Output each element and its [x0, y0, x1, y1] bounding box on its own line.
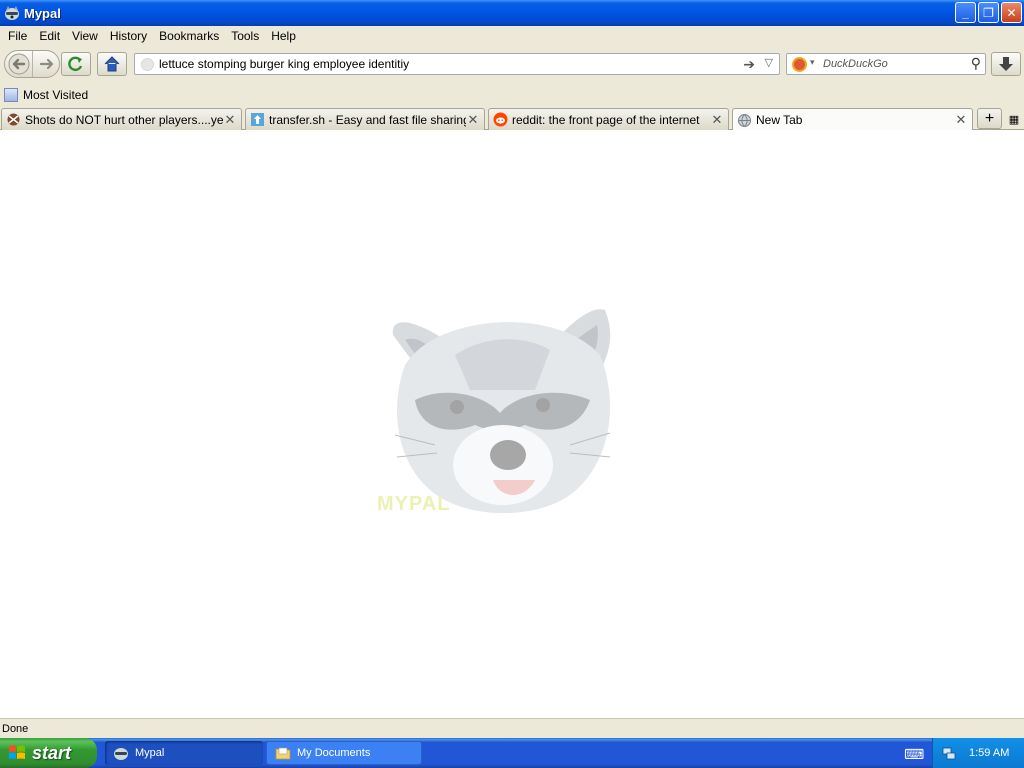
url-bar[interactable]: ➔ ▽ — [134, 53, 780, 75]
window-title: Mypal — [24, 5, 61, 21]
windows-flag-icon — [8, 744, 26, 762]
window-titlebar[interactable]: Mypal _ ❐ ✕ — [0, 0, 1024, 26]
navigation-toolbar: ➔ ▽ ▾ ⚲ — [0, 46, 1024, 84]
system-tray: 1:59 AM — [932, 738, 1024, 768]
menu-history[interactable]: History — [104, 29, 153, 43]
plus-icon: + — [984, 109, 995, 127]
url-input[interactable] — [159, 56, 729, 72]
engine-dropdown-icon[interactable]: ▾ — [810, 57, 815, 68]
restore-button[interactable]: ❐ — [978, 2, 999, 23]
tab-close-icon[interactable]: ✕ — [466, 112, 480, 128]
tab-label: Shots do NOT hurt other players....yet. — [25, 112, 223, 127]
magnifier-icon[interactable]: ⚲ — [971, 55, 981, 72]
grid-icon: ▦ — [1008, 113, 1020, 126]
status-bar: Done — [0, 718, 1024, 738]
home-icon — [104, 56, 120, 72]
tab-new-tab[interactable]: New Tab ✕ — [732, 108, 973, 131]
close-button[interactable]: ✕ — [1001, 2, 1022, 23]
menu-help[interactable]: Help — [265, 29, 302, 43]
tab-reddit[interactable]: reddit: the front page of the internet ✕ — [488, 108, 729, 130]
mypal-logo-text: MYPAL — [377, 493, 451, 515]
reload-icon — [68, 56, 83, 72]
tab-list-button[interactable]: ▦ — [1005, 110, 1023, 128]
site-identity-icon[interactable] — [141, 58, 154, 71]
mypal-app-icon — [4, 5, 20, 21]
forward-arrow-icon — [39, 58, 54, 70]
tab-close-icon[interactable]: ✕ — [954, 112, 968, 128]
menu-bookmarks[interactable]: Bookmarks — [153, 29, 225, 43]
start-button[interactable]: start — [0, 738, 97, 768]
status-text: Done — [2, 722, 29, 735]
reddit-favicon-icon — [493, 112, 508, 127]
tab-strip: Shots do NOT hurt other players....yet. … — [0, 106, 1024, 131]
back-arrow-icon — [8, 53, 30, 75]
menu-view[interactable]: View — [66, 29, 104, 43]
menu-tools[interactable]: Tools — [225, 29, 265, 43]
transfer-favicon-icon — [250, 112, 265, 127]
keyboard-icon[interactable]: ⌨ — [904, 746, 924, 763]
game-favicon-icon — [6, 112, 21, 127]
taskbar-window-my-documents[interactable]: My Documents — [266, 741, 422, 765]
menu-bar: File Edit View History Bookmarks Tools H… — [0, 26, 1024, 46]
download-arrow-icon — [999, 57, 1013, 71]
tab-transfer[interactable]: transfer.sh - Easy and fast file sharing… — [245, 108, 485, 130]
clock[interactable]: 1:59 AM — [969, 747, 1009, 759]
home-button[interactable] — [97, 52, 127, 76]
minimize-button[interactable]: _ — [955, 2, 976, 23]
menu-edit[interactable]: Edit — [33, 29, 66, 43]
duckduckgo-icon[interactable] — [792, 57, 807, 72]
reload-button[interactable] — [61, 52, 91, 76]
back-forward-group — [4, 50, 60, 78]
tab-shots[interactable]: Shots do NOT hurt other players....yet. … — [1, 108, 242, 130]
bookmarks-toolbar: Most Visited — [0, 84, 1024, 106]
folder-icon — [275, 745, 291, 761]
new-tab-button[interactable]: + — [977, 108, 1002, 129]
tab-close-icon[interactable]: ✕ — [710, 112, 724, 128]
start-label: start — [32, 742, 72, 763]
tab-label: New Tab — [756, 113, 803, 127]
taskbar-window-mypal[interactable]: Mypal — [105, 741, 263, 765]
menu-file[interactable]: File — [2, 29, 33, 43]
most-visited-icon — [4, 88, 18, 102]
bookmark-most-visited[interactable]: Most Visited — [23, 88, 88, 102]
download-button[interactable] — [991, 52, 1021, 76]
windows-taskbar: start Mypal My Documents ⌨ 1:59 AM — [0, 738, 1024, 768]
network-icon[interactable] — [941, 745, 957, 761]
tab-close-icon[interactable]: ✕ — [223, 112, 237, 128]
tab-label: reddit: the front page of the internet — [512, 112, 700, 127]
tab-label: transfer.sh - Easy and fast file sharing… — [269, 112, 466, 127]
search-input[interactable] — [823, 56, 963, 72]
mypal-raccoon-logo: MYPAL — [375, 295, 625, 525]
go-arrow-icon[interactable]: ➔ — [743, 56, 755, 73]
taskbar-window-label: My Documents — [297, 747, 371, 759]
page-content: MYPAL — [0, 130, 1024, 718]
taskbar-window-label: Mypal — [135, 747, 165, 759]
forward-button[interactable] — [34, 51, 60, 77]
back-button[interactable] — [5, 51, 33, 77]
mypal-app-icon — [113, 745, 129, 761]
globe-favicon-icon — [737, 113, 752, 128]
url-dropdown-icon[interactable]: ▽ — [765, 56, 773, 69]
search-bar[interactable]: ▾ ⚲ — [786, 53, 986, 75]
